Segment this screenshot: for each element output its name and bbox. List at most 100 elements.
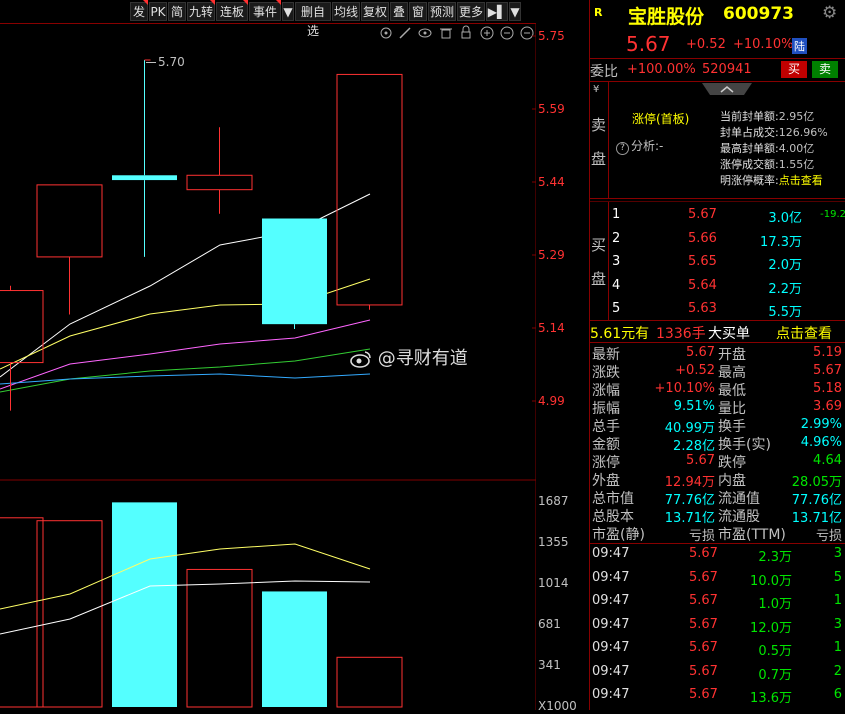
- toolbar-button-1[interactable]: PK: [149, 2, 167, 21]
- kline-chart[interactable]: 5.75 5.59 5.44 5.29 5.14 4.99 1687 1355 1014 681 3…: [0, 24, 577, 713]
- stat-value: +0.52: [675, 363, 715, 378]
- eye-icon[interactable]: [418, 28, 432, 38]
- tick-volume: 1.0万: [758, 597, 792, 612]
- ma-line: [0, 348, 371, 393]
- buy-level-row[interactable]: 4 5.64 2.2万: [610, 278, 845, 298]
- stat-label: 总股本: [592, 509, 634, 525]
- r-badge: R: [594, 6, 603, 19]
- stat-label: 金额: [592, 437, 620, 453]
- toolbar-button-10[interactable]: 叠: [390, 2, 408, 21]
- sell-label-bottom: 盘: [591, 150, 607, 168]
- sell-side-label: ¥ 卖 盘: [590, 82, 609, 198]
- buy-level-row[interactable]: 5 5.63 5.5万: [610, 301, 845, 321]
- stat-label: 涨幅: [592, 383, 620, 399]
- stat-value: 亏损: [688, 529, 715, 544]
- tick-price: 5.67: [689, 687, 718, 702]
- stat-value: 5.67: [813, 363, 842, 378]
- limitup-stat-value: 2.95亿: [778, 110, 815, 123]
- lock-icon[interactable]: [461, 25, 471, 39]
- tick-time: 09:47: [592, 640, 630, 655]
- level-num: 4: [612, 277, 621, 293]
- stat-value: 5.67: [686, 345, 715, 360]
- level-volume: 2.0万: [768, 258, 802, 273]
- stat-row: 最新 5.67 开盘 5.19: [590, 344, 845, 363]
- candle: [0, 285, 44, 411]
- settings-gear-icon[interactable]: ⚙: [822, 3, 837, 23]
- level-price: 5.67: [688, 207, 717, 222]
- analysis-text: 分析:-: [631, 139, 664, 153]
- toolbar-button-14[interactable]: ▶▌: [486, 2, 508, 21]
- tick-list[interactable]: 09:47 5.67 2.3万 3 09:47 5.67 10.0万 5 09:47 5.67 1.…: [590, 546, 845, 710]
- tick-price: 5.67: [689, 593, 718, 608]
- volume-tick: 1014: [538, 576, 569, 590]
- tick-row: 09:47 5.67 1.0万 1: [590, 593, 845, 613]
- question-icon: ?: [616, 142, 629, 155]
- stock-name: 宝胜股份: [628, 6, 705, 28]
- hk-connect-tag: 陆: [792, 38, 807, 54]
- tick-row: 09:47 5.67 0.5万 1: [590, 640, 845, 660]
- tick-volume: 2.3万: [758, 550, 792, 565]
- tick-price: 5.67: [689, 616, 718, 632]
- buy-button[interactable]: 买: [781, 61, 807, 78]
- level-volume: 2.2万: [768, 281, 802, 297]
- buy-level-row[interactable]: 2 5.66 17.3万: [610, 231, 845, 251]
- limitup-stat-row[interactable]: 明涨停概率:点击查看: [720, 172, 845, 188]
- toolbar-button-12[interactable]: 预测: [428, 2, 456, 21]
- new-flag-icon: [276, 0, 281, 5]
- level-volume: 17.3万: [760, 234, 802, 250]
- toolbar-button-11[interactable]: 窗: [409, 2, 427, 21]
- volume-bar: [112, 502, 177, 707]
- analysis-row[interactable]: ? 分析:-: [616, 137, 663, 155]
- high-annotation: 5.70: [146, 55, 185, 69]
- delete-icon[interactable]: [440, 28, 452, 39]
- stat-label: 市盈(TTM): [718, 527, 786, 543]
- weibi-diff: 520941: [702, 62, 752, 77]
- tick-row: 09:47 5.67 12.0万 3: [590, 617, 845, 637]
- zoom-in-icon[interactable]: [480, 26, 494, 40]
- ma-line: [0, 319, 371, 390]
- stat-value: 3.69: [813, 399, 842, 414]
- minus-circle-icon[interactable]: [520, 26, 534, 40]
- zoom-out-icon[interactable]: [500, 26, 514, 40]
- toolbar-button-15[interactable]: ▼: [509, 2, 521, 21]
- weibi-label: 委比: [590, 64, 618, 80]
- stat-label: 最低: [718, 383, 746, 399]
- limitup-stat-row: 当前封单额:2.95亿: [720, 108, 845, 124]
- toolbar-button-8[interactable]: 均线: [332, 2, 360, 21]
- stat-value: 4.64: [813, 453, 842, 468]
- level-num: 2: [612, 230, 621, 246]
- tick-volume: 0.7万: [758, 667, 792, 683]
- pen-icon[interactable]: [399, 27, 411, 39]
- limitup-stat-row: 封单占成交:126.96%: [720, 124, 845, 140]
- candle: [262, 218, 327, 329]
- stat-value: 4.96%: [800, 435, 842, 450]
- bigorder-label: 大买单: [708, 326, 750, 342]
- stat-row: 涨跌 +0.52 最高 5.67: [590, 362, 845, 381]
- quote-panel: R 宝胜股份 600973 ⚙ 5.67 +0.52 +10.10% 陆 委比 …: [589, 0, 845, 710]
- bigorder-link[interactable]: 点击查看: [776, 323, 832, 343]
- tick-count: 1: [833, 593, 842, 608]
- level-num: 5: [612, 301, 621, 316]
- tick-count: 2: [833, 663, 842, 679]
- stat-label: 量比: [718, 401, 746, 417]
- toolbar-button-13[interactable]: 更多: [457, 2, 485, 21]
- toolbar-button-9[interactable]: 复权: [361, 2, 389, 21]
- stat-label: 内盘: [718, 473, 746, 489]
- buy-level-row[interactable]: 1 5.67 3.0亿 -19.2: [610, 207, 845, 227]
- toolbar-button-6[interactable]: ▼: [282, 2, 294, 21]
- stat-label: 振幅: [592, 401, 620, 417]
- stats-grid: 最新 5.67 开盘 5.19 涨跌 +0.52 最高 5.67 涨幅 +10.10% 最低 5.18…: [590, 344, 845, 544]
- toolbar-button-2[interactable]: 简: [168, 2, 186, 21]
- big-order-row: 5.61元有 1336手 大买单 点击查看: [590, 322, 845, 342]
- candle: [36, 184, 103, 315]
- limitup-stat-value[interactable]: 点击查看: [779, 174, 823, 187]
- target-icon[interactable]: [380, 27, 392, 39]
- stat-row: 金额 2.28亿 换手(实) 4.96%: [590, 434, 845, 454]
- buy-level-row[interactable]: 3 5.65 2.0万: [610, 254, 845, 274]
- collapse-toggle[interactable]: [702, 82, 752, 95]
- stat-label: 涨停: [592, 455, 620, 471]
- tick-price: 5.67: [689, 640, 718, 655]
- toolbar-button-7[interactable]: 删自选: [295, 2, 331, 38]
- level-num: 3: [612, 254, 621, 269]
- sell-button[interactable]: 卖: [812, 61, 838, 78]
